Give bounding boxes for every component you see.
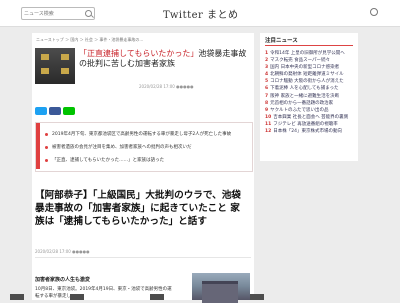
trending-list: 1 令和14年 上皇の旧御所が見学公開へ 2 マスク転売 食品スーパー続々 3 国内 … xyxy=(265,50,355,135)
bullet-icon xyxy=(45,146,48,149)
article-date: 2020/02/28 17:00 ●●●●● xyxy=(139,84,194,89)
page-tab[interactable] xyxy=(70,294,84,300)
article-title: 「正直逮捕してもらいたかった」池袋暴走事故の批判に苦しむ加害者家族 xyxy=(79,49,249,69)
trending-item[interactable]: 2 マスク転売 食品スーパー続々 xyxy=(265,57,355,64)
article-headline: 【阿部恭子】「上級国民」大批判のウラで、池袋暴走事故の「加害者家族」に起きていた… xyxy=(35,190,241,227)
site-logo[interactable]: Twitter まとめ xyxy=(163,6,239,21)
article-subheading: 加害者家族の人生も激変 xyxy=(35,277,91,283)
trending-item[interactable]: 8 元首相のから一番話題の政治家 xyxy=(265,100,355,107)
page-tab[interactable] xyxy=(10,294,24,300)
article-title-highlight: 「正直逮捕してもらいたかった」 xyxy=(79,49,199,58)
summary-line-1: 2019年4月下旬、東京都池袋区で高齢男性の運転する車が暴走し母子2人が死亡した… xyxy=(52,132,232,137)
article-panel: ニューストップ ＞ 国内 ＞ 社会 ＞ 事件・池袋暴走事故の… 「正直逮捕しても… xyxy=(32,33,254,303)
trending-item[interactable]: 3 国内 日本中央の新型コロナ感染者 xyxy=(265,64,355,71)
article-hero: 「正直逮捕してもらいたかった」池袋暴走事故の批判に苦しむ加害者家族 2020/0… xyxy=(35,48,251,89)
trending-item[interactable]: 9 ヤクルトのふたで思い出の品 xyxy=(265,107,355,114)
trending-item[interactable]: 5 コロナ騒動 大阪の街から人が消えた xyxy=(265,78,355,85)
breadcrumb[interactable]: ニューストップ ＞ 国内 ＞ 社会 ＞ 事件・池袋暴走事故の… xyxy=(36,37,143,43)
summary-line-2: 被害者遺族の会見が注目を集め、加害者家族への批判の声も相次いだ xyxy=(52,145,192,150)
trending-item[interactable]: 1 令和14年 上皇の旧御所が見学公開へ xyxy=(265,50,355,57)
search-input[interactable] xyxy=(24,8,82,19)
sidebar-trending: 注目ニュース 1 令和14年 上皇の旧御所が見学公開へ 2 マスク転売 食品スーパー… xyxy=(260,33,358,161)
article-thumbnail[interactable] xyxy=(35,48,75,84)
trending-item[interactable]: 6 下着泥棒 人を心配しても捕まった xyxy=(265,85,355,92)
summary-accent-bar xyxy=(36,123,40,169)
search-box[interactable] xyxy=(21,7,95,20)
page-tab[interactable] xyxy=(150,294,164,300)
trending-item[interactable]: 11 フジテレビ 再放送番組の視聴率 xyxy=(265,121,355,128)
line-share-icon[interactable] xyxy=(63,107,75,115)
bullet-icon xyxy=(45,133,48,136)
summary-line-3: 「正直、逮捕してもらいたかった……」と家族は語った xyxy=(52,158,165,163)
facebook-share-icon[interactable] xyxy=(49,107,61,115)
bottom-bar xyxy=(0,294,400,300)
sidebar-rule xyxy=(265,45,353,46)
settings-gear-icon[interactable] xyxy=(370,8,378,16)
bullet-icon xyxy=(45,159,48,162)
twitter-share-icon[interactable] xyxy=(35,107,47,115)
trending-item[interactable]: 10 吉本興業 社長と面会へ 芸能界の裏側 xyxy=(265,114,355,121)
site-header: Twitter まとめ xyxy=(0,0,400,27)
trending-item[interactable]: 4 北朝鮮の発射体 短距離弾道ミサイル xyxy=(265,71,355,78)
trending-item[interactable]: 7 阪神 家族と一緒に避難生活を決断 xyxy=(265,93,355,100)
sidebar-title: 注目ニュース xyxy=(265,38,298,44)
divider xyxy=(35,257,251,258)
trending-item[interactable]: 12 日本株「24」東京株式市場の動向 xyxy=(265,128,355,135)
article-summary: 2019年4月下旬、東京都池袋区で高齢男性の運転する車が暴走し母子2人が死亡した… xyxy=(35,122,253,172)
page-tab[interactable] xyxy=(250,294,264,300)
article-date-2: 2020/02/28 17:00 ●●●●● xyxy=(35,249,90,254)
search-icon[interactable] xyxy=(85,10,92,17)
